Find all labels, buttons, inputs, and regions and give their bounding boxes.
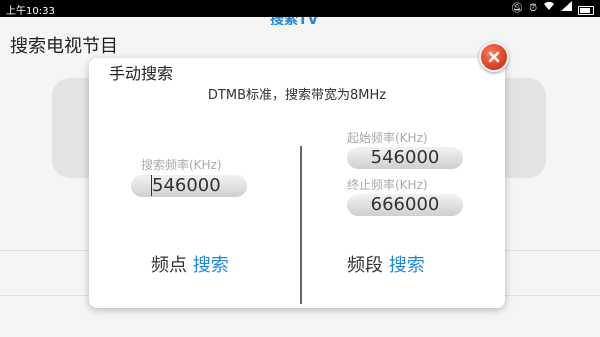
frequency-band-search-link: 搜索 xyxy=(388,255,425,276)
status-bar: 上午10:33 🔕︎ ⏰︎ xyxy=(0,0,600,17)
start-frequency-value: 546000 xyxy=(370,147,440,168)
search-frequency-label: 搜索频率(KHz) xyxy=(141,158,222,172)
search-frequency-value: 546000 xyxy=(151,175,221,196)
close-dialog-button[interactable] xyxy=(479,42,509,72)
column-divider xyxy=(300,146,302,304)
end-frequency-value: 666000 xyxy=(370,194,440,215)
search-frequency-input[interactable]: 546000 xyxy=(131,175,247,197)
dialog-subtitle: DTMB标准，搜索带宽为8MHz xyxy=(207,88,387,103)
status-time: 上午10:33 xyxy=(6,6,55,17)
battery-icon xyxy=(578,5,594,15)
page-title: 搜索电视节目 xyxy=(10,36,118,57)
alarm-icon: ⏰︎ xyxy=(529,2,537,14)
frequency-band-search-button[interactable]: 频段 搜索 xyxy=(347,251,425,277)
wifi-icon xyxy=(543,1,555,16)
silent-icon: 🔕︎ xyxy=(510,2,524,14)
app-header-title: 搜索TV xyxy=(270,17,319,25)
frequency-band-label: 频段 xyxy=(347,255,383,276)
frequency-point-search-link: 搜索 xyxy=(192,255,229,276)
end-frequency-input[interactable]: 666000 xyxy=(347,194,463,216)
start-frequency-label: 起始频率(KHz) xyxy=(347,131,428,145)
frequency-point-label: 频点 xyxy=(151,255,187,276)
status-icons: 🔕︎ ⏰︎ xyxy=(510,1,594,16)
close-icon xyxy=(488,51,500,63)
end-frequency-label: 终止频率(KHz) xyxy=(347,178,428,192)
dialog-title: 手动搜索 xyxy=(109,64,174,83)
signal-icon xyxy=(561,1,572,16)
start-frequency-input[interactable]: 546000 xyxy=(347,147,463,169)
frequency-point-search-button[interactable]: 频点 搜索 xyxy=(151,251,229,277)
app-header: 搜索TV xyxy=(0,17,600,25)
manual-search-dialog: 手动搜索 DTMB标准，搜索带宽为8MHz 搜索频率(KHz) 546000 频… xyxy=(89,58,505,308)
